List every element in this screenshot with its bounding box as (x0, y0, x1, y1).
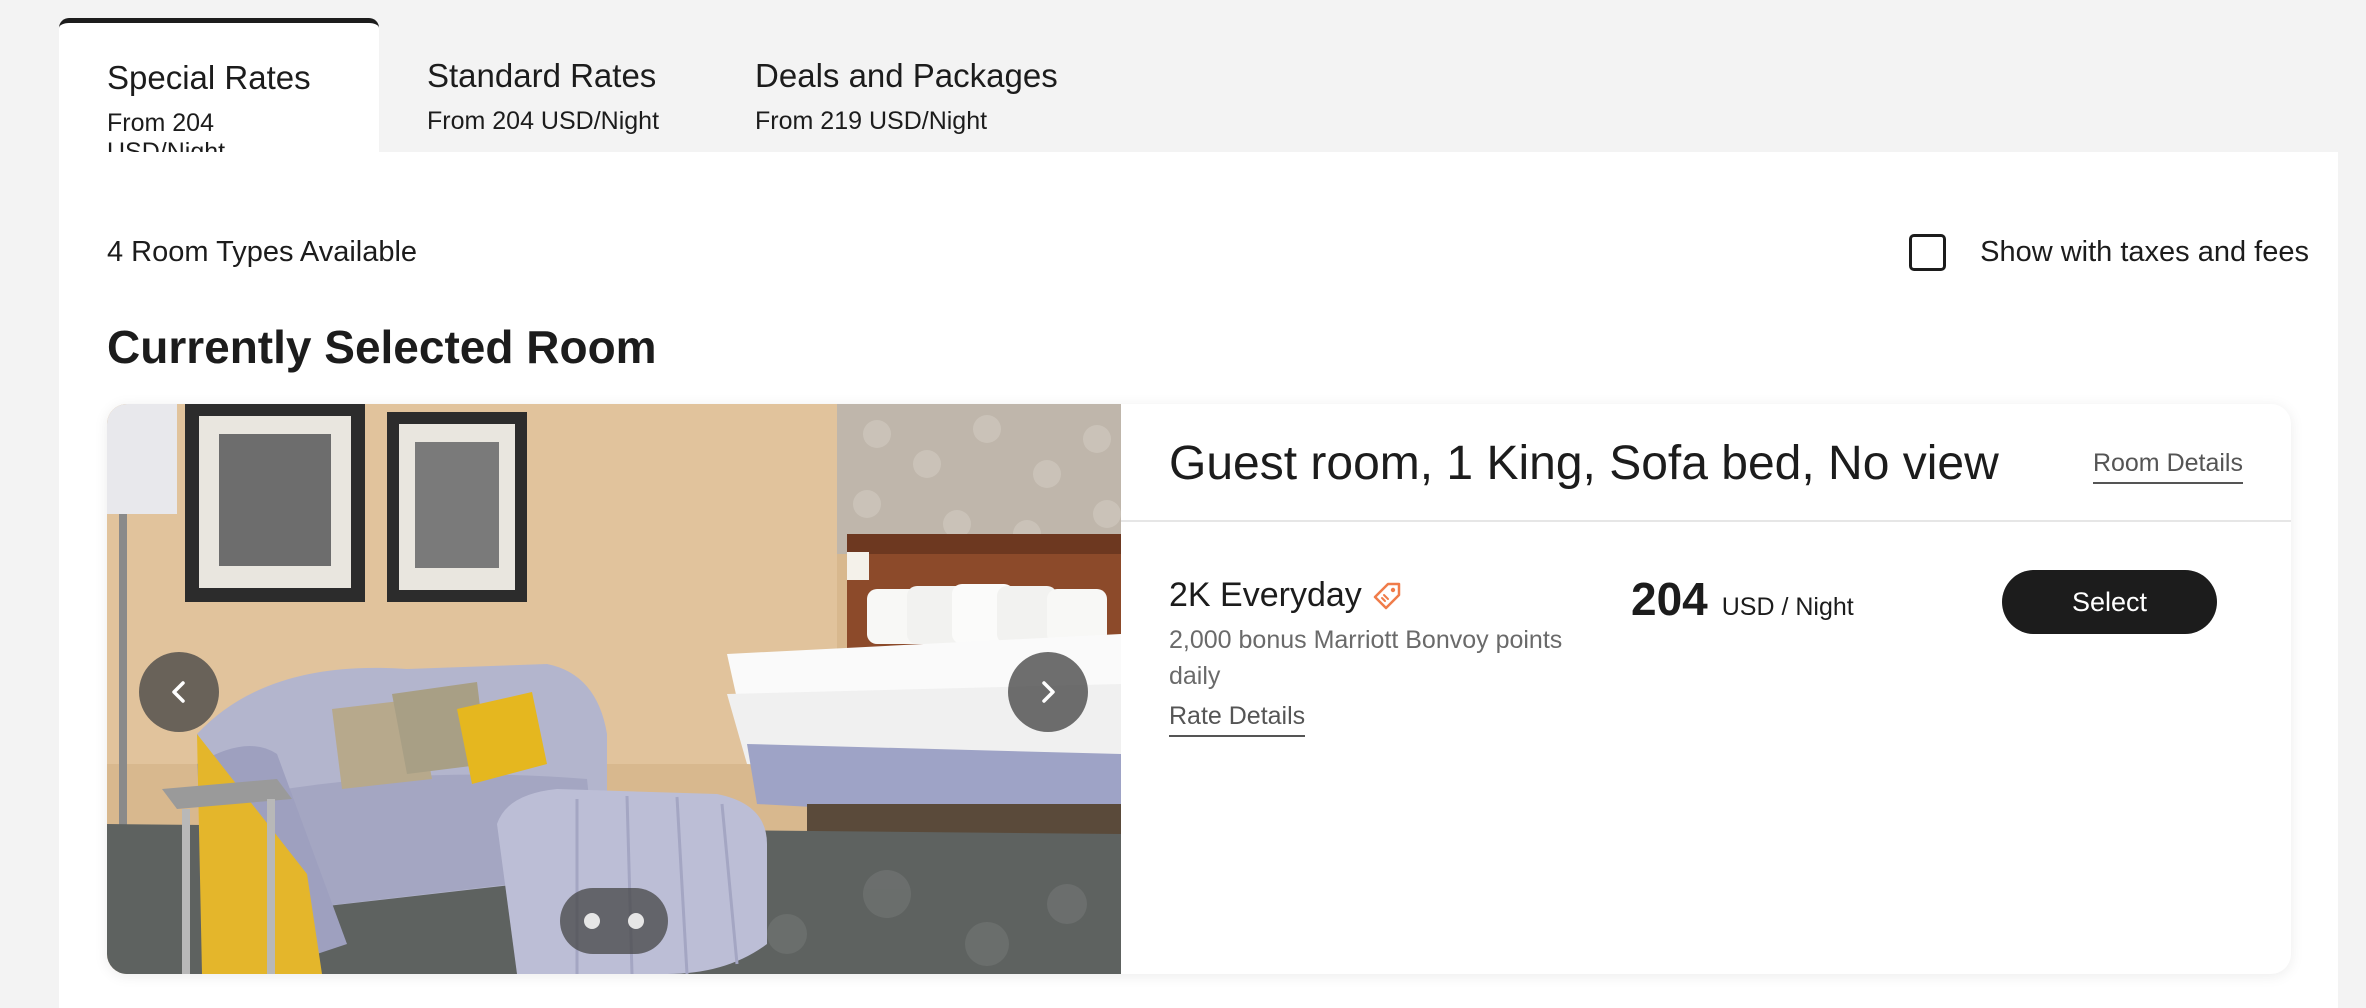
chevron-right-icon (1042, 681, 1055, 703)
price-unit: USD / Night (1721, 593, 1854, 621)
gallery-next-button[interactable] (1008, 652, 1088, 732)
chevron-left-icon (172, 681, 185, 703)
tag-icon (1373, 582, 1401, 609)
rates-panel: 4 Room Types Available Show with taxes a… (59, 152, 2338, 1008)
rate-description: 2,000 bonus Marriott Bonvoy points daily (1169, 626, 1563, 690)
section-title: Currently Selected Room (107, 321, 657, 373)
gallery-dot[interactable] (584, 913, 600, 929)
gallery-dot[interactable] (628, 913, 644, 929)
taxes-fees-toggle[interactable]: Show with taxes and fees (1909, 234, 2309, 271)
price-amount: 204 (1631, 573, 1708, 625)
rate-tabs: Special Rates From 204 USD/Night Standar… (59, 18, 1106, 166)
room-card: Guest room, 1 King, Sofa bed, No view Ro… (107, 404, 2291, 974)
tab-title: Special Rates (107, 59, 311, 96)
room-title: Guest room, 1 King, Sofa bed, No view (1169, 437, 1999, 490)
rate-details-link[interactable]: Rate Details (1169, 702, 1306, 737)
rate-name: 2K Everyday (1169, 576, 1402, 615)
gallery-prev-button[interactable] (139, 652, 219, 732)
tab-title: Deals and Packages (755, 57, 1058, 94)
room-types-available: 4 Room Types Available (107, 236, 418, 268)
select-button[interactable]: Select (2002, 570, 2217, 634)
tab-title: Standard Rates (427, 57, 657, 94)
taxes-fees-checkbox[interactable] (1909, 234, 1947, 271)
tab-special-rates[interactable]: Special Rates From 204 USD/Night (59, 18, 379, 166)
tab-subtitle: From 219 USD/Night (755, 107, 988, 135)
rate-price: 204 USD / Night (1631, 572, 1854, 626)
tab-deals-and-packages[interactable]: Deals and Packages From 219 USD/Night (707, 18, 1106, 152)
rates-page: Special Rates From 204 USD/Night Standar… (0, 0, 2366, 1008)
divider (1121, 520, 2291, 522)
gallery-pagination (560, 888, 668, 954)
room-info: Guest room, 1 King, Sofa bed, No view Ro… (1121, 404, 2291, 974)
taxes-fees-label: Show with taxes and fees (1980, 236, 2309, 268)
tab-subtitle: From 204 USD/Night (427, 107, 660, 135)
room-photo (107, 404, 1121, 974)
rate-name-text: 2K Everyday (1169, 576, 1362, 614)
room-details-link[interactable]: Room Details (2092, 449, 2243, 484)
tab-standard-rates[interactable]: Standard Rates From 204 USD/Night (379, 18, 707, 152)
